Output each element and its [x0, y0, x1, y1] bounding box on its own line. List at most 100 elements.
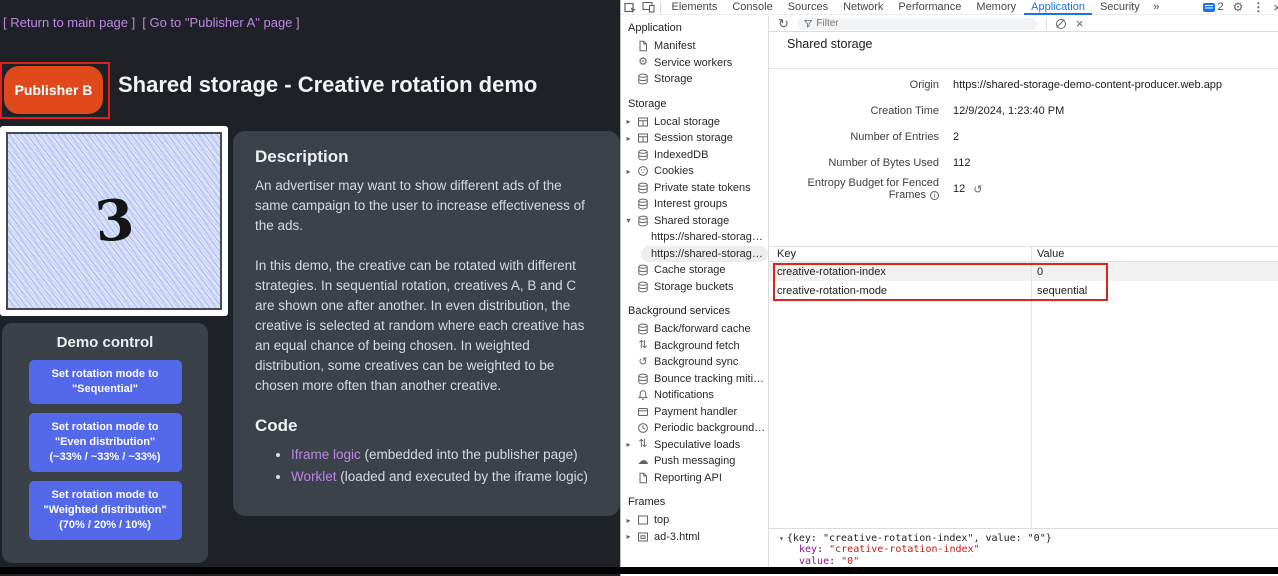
delete-selected-icon[interactable]: × [1076, 17, 1084, 30]
storage-entries-table: Key Value creative-rotation-index0creati… [769, 246, 1278, 528]
sidebar-item-label: Periodic background s... [654, 422, 768, 434]
metadata-rows: Originhttps://shared-storage-demo-conten… [769, 72, 1278, 202]
chevron-right-icon[interactable]: ▸ [621, 532, 636, 541]
inspect-element-icon[interactable] [621, 0, 639, 14]
publisher-b-button[interactable]: Publisher B [4, 66, 103, 114]
nav-link-publisher-a[interactable]: [ Go to "Publisher A" page ] [142, 15, 299, 30]
chevron-right-icon[interactable]: ▸ [621, 167, 636, 176]
table-row[interactable]: creative-rotation-modesequential [769, 281, 1278, 300]
sidebar-item-https-shared-storage-d[interactable]: https://shared-storage-d... [621, 229, 768, 246]
preview-property: key: "creative-rotation-index" [769, 544, 1278, 556]
rotation-mode-button[interactable]: Set rotation mode to"Sequential" [29, 360, 182, 404]
property-separator: : [829, 556, 841, 567]
table-rows: creative-rotation-index0creative-rotatio… [769, 262, 1278, 300]
sidebar-item-label: Private state tokens [654, 182, 751, 194]
sidebar-item-label: Notifications [654, 389, 714, 401]
reset-entropy-icon[interactable]: ↺ [973, 183, 982, 196]
filter-input[interactable] [816, 18, 1030, 29]
chevron-right-icon[interactable]: ▸ [621, 440, 636, 449]
column-divider[interactable] [1031, 247, 1032, 528]
sidebar-item-storage[interactable]: Storage [621, 71, 768, 88]
meta-row: Number of Entries2 [769, 124, 1278, 150]
nav-link-main-page[interactable]: [ Return to main page ] [3, 15, 135, 30]
tabbar-right: 2 ⚙ ⋮ × [1203, 0, 1278, 15]
page-title: Shared storage - Creative rotation demo [118, 72, 537, 98]
sidebar-item-service-workers[interactable]: ⚙Service workers [621, 55, 768, 72]
device-toolbar-icon[interactable] [639, 0, 657, 14]
meta-value: 2 [953, 131, 959, 143]
clear-storage-icon[interactable] [1056, 19, 1066, 29]
column-header-key[interactable]: Key [769, 248, 1031, 260]
sidebar-item-shared-storage[interactable]: ▾Shared storage [621, 213, 768, 230]
sidebar-item-speculative-loads[interactable]: ▸⇅Speculative loads [621, 437, 768, 454]
sidebar-item-top[interactable]: ▸top [621, 512, 768, 529]
close-devtools-icon[interactable]: × [1273, 0, 1278, 15]
demo-control-title: Demo control [2, 323, 208, 351]
table-row[interactable]: creative-rotation-index0 [769, 262, 1278, 281]
chevron-right-icon[interactable]: ▸ [621, 516, 636, 525]
code-link[interactable]: Worklet [291, 469, 337, 484]
cell-value[interactable]: 0 [1031, 266, 1043, 278]
info-icon[interactable]: i [930, 191, 939, 200]
sidebar-item-storage-buckets[interactable]: Storage buckets [621, 279, 768, 296]
sidebar-item-periodic-background-s[interactable]: Periodic background s... [621, 420, 768, 437]
disclosure-triangle-icon[interactable]: ▾ [779, 534, 784, 543]
bottom-screen-edge [0, 567, 1278, 574]
column-header-value[interactable]: Value [1031, 248, 1064, 260]
sidebar-item-label: IndexedDB [654, 149, 708, 161]
settings-gear-icon[interactable]: ⚙ [1233, 0, 1244, 14]
tab-network[interactable]: Network [836, 0, 891, 15]
sidebar-item-cache-storage[interactable]: Cache storage [621, 262, 768, 279]
tab-elements[interactable]: Elements [664, 0, 725, 15]
sidebar-item-notifications[interactable]: Notifications [621, 387, 768, 404]
sync-icon: ↺ [636, 357, 650, 368]
chevron-down-icon[interactable]: ▾ [621, 216, 636, 225]
more-tabs-icon[interactable]: » [1147, 0, 1165, 15]
issues-counter[interactable]: 2 [1203, 1, 1224, 13]
sidebar-item-https-shared-storage-d[interactable]: https://shared-storage-d... [641, 246, 768, 263]
sidebar-item-push-messaging[interactable]: ☁Push messaging [621, 453, 768, 470]
rotation-mode-button[interactable]: Set rotation mode to"Even distribution"(… [29, 413, 182, 472]
sidebar-item-back-forward-cache[interactable]: Back/forward cache [621, 321, 768, 338]
sidebar-item-private-state-tokens[interactable]: Private state tokens [621, 180, 768, 197]
shared-storage-heading: Shared storage [787, 37, 872, 51]
sidebar-item-indexeddb[interactable]: IndexedDB [621, 147, 768, 164]
sidebar-item-bounce-tracking-mitiga[interactable]: Bounce tracking mitiga... [621, 371, 768, 388]
chevron-right-icon[interactable]: ▸ [621, 134, 636, 143]
tab-security[interactable]: Security [1092, 0, 1147, 15]
cookie-icon [636, 165, 650, 177]
sidebar-item-label: Storage buckets [654, 281, 734, 293]
sidebar-item-background-fetch[interactable]: ⇅Background fetch [621, 338, 768, 355]
code-link-note: (loaded and executed by the iframe logic… [337, 469, 588, 484]
kebab-menu-icon[interactable]: ⋮ [1252, 0, 1264, 14]
tab-performance[interactable]: Performance [891, 0, 969, 15]
sidebar-item-interest-groups[interactable]: Interest groups [621, 196, 768, 213]
tab-sources[interactable]: Sources [780, 0, 835, 15]
chevron-right-icon[interactable]: ▸ [621, 117, 636, 126]
sidebar-item-label: Push messaging [654, 455, 735, 467]
cell-value[interactable]: sequential [1031, 285, 1087, 297]
sidebar-section: Background servicesBack/forward cache⇅Ba… [621, 299, 768, 486]
meta-row: Originhttps://shared-storage-demo-conten… [769, 72, 1278, 98]
tab-memory[interactable]: Memory [969, 0, 1024, 15]
sidebar-item-ad-3-html[interactable]: ▸ad-3.html [621, 529, 768, 546]
refresh-icon[interactable]: ↻ [778, 17, 789, 30]
code-heading: Code [255, 416, 598, 436]
sidebar-item-local-storage[interactable]: ▸Local storage [621, 114, 768, 131]
sidebar-item-manifest[interactable]: Manifest [621, 38, 768, 55]
tab-application[interactable]: Application [1024, 0, 1093, 15]
rotation-mode-button[interactable]: Set rotation mode to"Weighted distributi… [29, 481, 182, 540]
sidebar-item-background-sync[interactable]: ↺Background sync [621, 354, 768, 371]
cell-key[interactable]: creative-rotation-mode [769, 285, 1031, 297]
updown-arrows-icon: ⇅ [636, 340, 650, 351]
filter-pill[interactable] [797, 18, 1037, 30]
cell-key[interactable]: creative-rotation-index [769, 266, 1031, 278]
grid-icon [636, 132, 650, 144]
meta-value: https://shared-storage-demo-content-prod… [953, 79, 1222, 91]
sidebar-item-reporting-api[interactable]: Reporting API [621, 470, 768, 487]
sidebar-item-cookies[interactable]: ▸Cookies [621, 163, 768, 180]
sidebar-item-session-storage[interactable]: ▸Session storage [621, 130, 768, 147]
sidebar-item-payment-handler[interactable]: Payment handler [621, 404, 768, 421]
code-link[interactable]: Iframe logic [291, 447, 361, 462]
tab-console[interactable]: Console [725, 0, 780, 15]
